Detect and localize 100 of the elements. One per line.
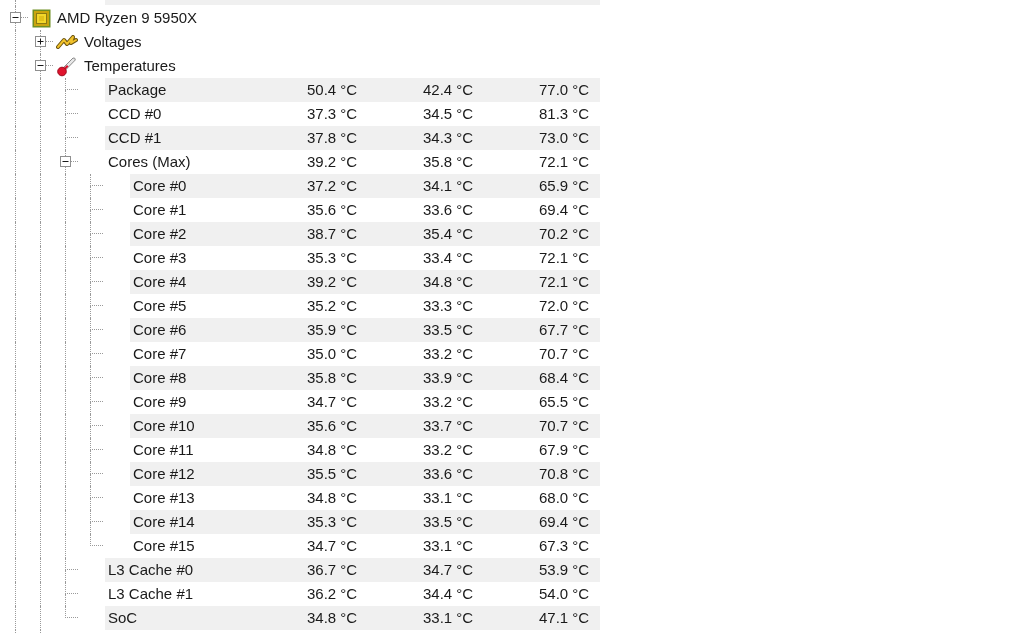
sensor-value: 33.7 °C [422, 416, 475, 436]
sensor-value: 67.3 °C [538, 536, 591, 556]
sensor-value: 34.7 °C [306, 392, 359, 412]
sensor-value: 35.3 °C [306, 512, 359, 532]
sensor-value: 34.7 °C [422, 560, 475, 580]
minus-box-icon[interactable] [35, 60, 46, 71]
sensor-value: 34.8 °C [422, 272, 475, 292]
sensor-value: 81.3 °C [538, 104, 591, 124]
tree-item-label[interactable]: Voltages [84, 30, 142, 54]
tree-item-label[interactable]: Core #13 [133, 486, 304, 510]
sensor-value: 34.1 °C [422, 176, 475, 196]
sensor-value: 69.4 °C [538, 200, 591, 220]
chip-icon [32, 8, 51, 28]
tree-item-label[interactable]: Package [108, 78, 304, 102]
sensor-value: 35.6 °C [306, 200, 359, 220]
sensor-value: 37.8 °C [306, 128, 359, 148]
tree-item-label[interactable]: AMD Ryzen 9 5950X [57, 6, 198, 30]
tree-item-label[interactable]: Core #11 [133, 438, 304, 462]
sensor-value: 72.1 °C [538, 152, 591, 172]
sensor-value: 50.4 °C [306, 80, 359, 100]
sensor-value: 35.8 °C [306, 368, 359, 388]
lightning-icon [56, 35, 78, 49]
tree-item-label[interactable]: Core #2 [133, 222, 304, 246]
sensor-value: 35.5 °C [306, 464, 359, 484]
sensor-value: 72.1 °C [538, 272, 591, 292]
sensor-value: 73.0 °C [538, 128, 591, 148]
sensor-value: 33.2 °C [422, 440, 475, 460]
sensor-value: 35.8 °C [422, 152, 475, 172]
sensor-value: 33.9 °C [422, 368, 475, 388]
tree-item-label[interactable]: Core #6 [133, 318, 304, 342]
tree-item-label[interactable]: CCD #1 [108, 126, 304, 150]
tree-item-label[interactable]: Core #4 [133, 270, 304, 294]
sensor-value: 33.6 °C [422, 464, 475, 484]
sensor-value: 70.2 °C [538, 224, 591, 244]
tree-item-label[interactable]: Core #14 [133, 510, 304, 534]
sensor-value: 54.0 °C [538, 584, 591, 604]
sensor-value: 35.4 °C [422, 224, 475, 244]
tree-item-label[interactable]: SoC [108, 606, 304, 630]
sensor-value: 34.7 °C [306, 536, 359, 556]
sensor-value: 36.2 °C [306, 584, 359, 604]
sensor-value: 39.2 °C [306, 272, 359, 292]
tree-item-label[interactable]: Core #5 [133, 294, 304, 318]
sensor-value: 33.2 °C [422, 344, 475, 364]
sensor-value: 67.9 °C [538, 440, 591, 460]
tree-item-label[interactable]: Cores (Max) [108, 150, 304, 174]
sensor-value: 34.8 °C [306, 488, 359, 508]
tree-item-label[interactable]: Core #10 [133, 414, 304, 438]
minus-box-icon[interactable] [10, 12, 21, 23]
sensor-value: 37.3 °C [306, 104, 359, 124]
sensor-value: 33.1 °C [422, 608, 475, 628]
tree-item-label[interactable]: L3 Cache #1 [108, 582, 304, 606]
sensor-value: 33.4 °C [422, 248, 475, 268]
sensor-value: 53.9 °C [538, 560, 591, 580]
sensor-value: 35.0 °C [306, 344, 359, 364]
tree-item-label[interactable]: Core #12 [133, 462, 304, 486]
sensor-value: 72.0 °C [538, 296, 591, 316]
sensor-value: 42.4 °C [422, 80, 475, 100]
sensor-value: 68.4 °C [538, 368, 591, 388]
sensor-value: 68.0 °C [538, 488, 591, 508]
sensor-value: 67.7 °C [538, 320, 591, 340]
sensor-value: 36.7 °C [306, 560, 359, 580]
sensor-value: 69.4 °C [538, 512, 591, 532]
tree-item-label[interactable]: Core #8 [133, 366, 304, 390]
sensor-value: 35.9 °C [306, 320, 359, 340]
plus-box-icon[interactable] [35, 36, 46, 47]
sensor-value: 33.5 °C [422, 512, 475, 532]
sensor-value: 33.1 °C [422, 536, 475, 556]
sensor-value: 34.8 °C [306, 440, 359, 460]
sensor-value: 33.1 °C [422, 488, 475, 508]
tree-item-label[interactable]: CCD #0 [108, 102, 304, 126]
tree-item-label[interactable]: Core #9 [133, 390, 304, 414]
tree-item-label[interactable]: Core #1 [133, 198, 304, 222]
sensor-value: 47.1 °C [538, 608, 591, 628]
sensor-value: 70.7 °C [538, 344, 591, 364]
sensor-value: 34.3 °C [422, 128, 475, 148]
sensor-value: 77.0 °C [538, 80, 591, 100]
sensor-value: 39.2 °C [306, 152, 359, 172]
tree-item-label[interactable]: L3 Cache #0 [108, 558, 304, 582]
sensor-value: 34.4 °C [422, 584, 475, 604]
thermometer-icon [56, 55, 78, 77]
sensor-value: 33.6 °C [422, 200, 475, 220]
sensor-value: 35.6 °C [306, 416, 359, 436]
sensor-value: 34.5 °C [422, 104, 475, 124]
tree-item-label[interactable]: Temperatures [84, 54, 176, 78]
minus-box-icon[interactable] [60, 156, 71, 167]
sensor-value: 70.8 °C [538, 464, 591, 484]
sensor-value: 38.7 °C [306, 224, 359, 244]
sensor-value: 33.2 °C [422, 392, 475, 412]
tree-item-label[interactable]: Core #15 [133, 534, 304, 558]
sensor-value: 34.8 °C [306, 608, 359, 628]
tree-item-label[interactable]: Core #3 [133, 246, 304, 270]
sensor-value: 33.5 °C [422, 320, 475, 340]
sensor-value: 65.5 °C [538, 392, 591, 412]
sensor-value: 33.3 °C [422, 296, 475, 316]
sensor-value: 35.3 °C [306, 248, 359, 268]
tree-item-label[interactable]: Core #7 [133, 342, 304, 366]
sensor-value: 72.1 °C [538, 248, 591, 268]
sensor-value: 65.9 °C [538, 176, 591, 196]
sensor-value: 37.2 °C [306, 176, 359, 196]
tree-item-label[interactable]: Core #0 [133, 174, 304, 198]
